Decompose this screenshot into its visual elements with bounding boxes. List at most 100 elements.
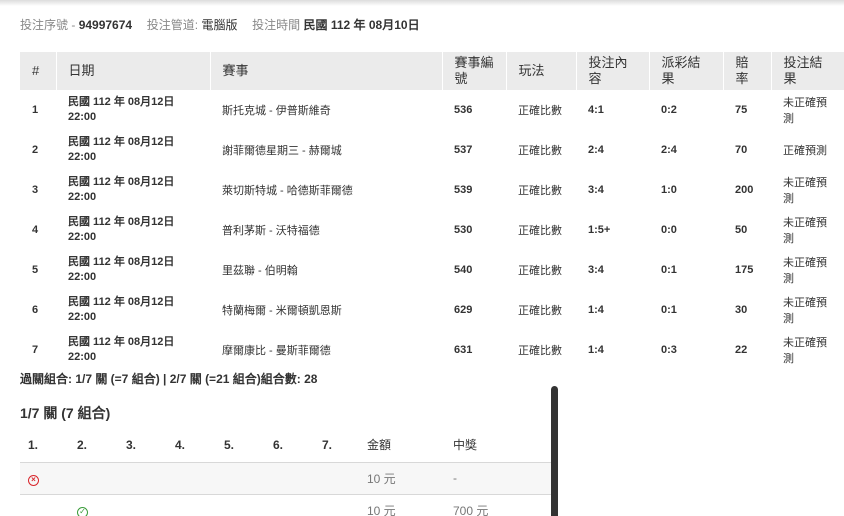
row-pick: 2:4	[576, 130, 649, 171]
row-number: 3	[20, 170, 56, 211]
row-match-code: 539	[442, 170, 506, 211]
row-outcome: 未正確預測	[771, 170, 844, 211]
row-outcome: 未正確預測	[771, 250, 844, 291]
combo-col-2: 2.	[69, 428, 118, 463]
row-date-time: 22:00	[68, 231, 97, 243]
row-match: 斯托克城 - 伊普斯維奇	[210, 90, 442, 131]
row-result: 0:2	[649, 90, 723, 131]
row-date-time: 22:00	[68, 151, 97, 163]
row-play: 正確比數	[506, 90, 576, 131]
combo-col-6: 6.	[265, 428, 314, 463]
row-pick: 3:4	[576, 170, 649, 211]
row-pick: 1:4	[576, 330, 649, 371]
row-odds: 175	[723, 250, 771, 291]
combo-row: × 10 元-	[20, 462, 552, 495]
row-date: 民國 112 年 08月12日 22:00	[56, 330, 210, 371]
row-number: 2	[20, 130, 56, 171]
row-play: 正確比數	[506, 290, 576, 331]
row-result: 0:3	[649, 330, 723, 371]
combo-summary: 過關組合: 1/7 關 (=7 組合) | 2/7 關 (=21 組合)組合數:…	[20, 372, 318, 386]
combos-table-header: 1. 2. 3. 4. 5. 6. 7. 金額 中獎	[20, 428, 552, 463]
row-odds: 70	[723, 130, 771, 171]
combo-col-5: 5.	[216, 428, 265, 463]
row-result: 0:0	[649, 210, 723, 251]
row-play: 正確比數	[506, 250, 576, 291]
row-date: 民國 112 年 08月12日 22:00	[56, 170, 210, 211]
combo-cell-4	[167, 494, 216, 516]
combo-cell-2: ✓	[69, 494, 118, 516]
row-match-code: 540	[442, 250, 506, 291]
row-date-day: 民國 112 年 08月12日	[68, 95, 175, 108]
combo-cell-1	[20, 494, 69, 516]
combos-table: 1. 2. 3. 4. 5. 6. 7. 金額 中獎 × 10 元 - ✓ 10 元 70…	[20, 428, 552, 516]
serial-value: 94997674	[78, 18, 133, 32]
row-result: 0:1	[649, 250, 723, 291]
row-result: 0:1	[649, 290, 723, 331]
top-shadow-bar	[0, 0, 844, 6]
row-result: 2:4	[649, 130, 723, 171]
row-date: 民國 112 年 08月12日 22:00	[56, 90, 210, 131]
channel-label: 投注管道:	[146, 18, 199, 32]
scrollbar-thumb[interactable]	[551, 386, 558, 516]
row-date-day: 民國 112 年 08月12日	[68, 216, 175, 228]
row-outcome: 未正確預測	[771, 210, 844, 251]
row-pick: 4:1	[576, 90, 649, 131]
bet-meta: 投注序號 - 94997674 投注管道: 電腦版 投注時間 民國 112 年 …	[20, 16, 420, 33]
serial-label: 投注序號 -	[20, 18, 76, 32]
combo-col-3: 3.	[118, 428, 167, 463]
row-pick: 1:4	[576, 290, 649, 331]
col-header-no: #	[20, 52, 57, 90]
row-odds: 50	[723, 210, 771, 251]
col-header-date: 日期	[56, 52, 211, 90]
row-date-day: 民國 112 年 08月12日	[68, 256, 175, 268]
table-row: 1 民國 112 年 08月12日 22:00 斯托克城 - 伊普斯維奇 536 正確比數…	[20, 90, 844, 131]
section-title: 1/7 關 (7 組合)	[20, 405, 111, 421]
combo-cell-1: ×	[20, 462, 69, 495]
time-value: 民國 112 年 08月10日	[303, 18, 420, 32]
combo-cell-2	[69, 462, 118, 495]
col-header-odds: 賠率	[723, 52, 772, 90]
combo-cell-6	[265, 494, 314, 516]
table-row: 2 民國 112 年 08月12日 22:00 謝菲爾德星期三 - 赫爾城 537 正確比…	[20, 130, 844, 171]
row-odds: 200	[723, 170, 771, 211]
row-match-code: 530	[442, 210, 506, 251]
row-match: 謝菲爾德星期三 - 赫爾城	[210, 130, 442, 171]
combo-col-amount: 金額	[359, 428, 445, 463]
combo-row: ✓ 10 元 700 元	[20, 494, 552, 516]
table-row: 6 民國 112 年 08月12日 22:00 特蘭梅爾 - 米爾頓凱恩斯 629 正確比…	[20, 290, 844, 331]
combo-cell-7	[314, 494, 359, 516]
row-match-code: 537	[442, 130, 506, 171]
row-match: 摩爾康比 - 曼斯菲爾德	[210, 330, 442, 371]
row-outcome: 正確預測	[771, 130, 844, 171]
row-match: 里茲聯 - 伯明翰	[210, 250, 442, 291]
row-date-day: 民國 112 年 08月12日	[68, 136, 175, 148]
row-play: 正確比數	[506, 330, 576, 371]
row-odds: 22	[723, 330, 771, 371]
combo-cell-7	[314, 462, 359, 495]
row-play: 正確比數	[506, 210, 576, 251]
combo-prize: -	[445, 462, 552, 495]
combo-amount: 10 元	[359, 494, 445, 516]
row-date-day: 民國 112 年 08月12日	[68, 176, 175, 188]
combo-cell-4	[167, 462, 216, 495]
row-play: 正確比數	[506, 170, 576, 211]
row-odds: 30	[723, 290, 771, 331]
row-pick: 1:5+	[576, 210, 649, 251]
row-outcome: 未正確預測	[771, 330, 844, 371]
row-date-day: 民國 112 年 08月12日	[68, 336, 175, 348]
table-row: 4 民國 112 年 08月12日 22:00 普利茅斯 - 沃特福德 530 正確比數 1…	[20, 210, 844, 251]
channel-value: 電腦版	[201, 18, 238, 32]
win-icon: ✓	[77, 506, 88, 516]
col-header-match-code: 賽事編號	[442, 52, 507, 90]
row-odds: 75	[723, 90, 771, 131]
combo-cell-5	[216, 494, 265, 516]
lose-icon: ×	[28, 474, 39, 486]
bets-table: # 日期 賽事 賽事編號 玩法 投注內容 派彩結果 賠率 投注結果 1 民國 11…	[20, 52, 844, 371]
col-header-pick: 投注內容	[576, 52, 650, 90]
row-match: 普利茅斯 - 沃特福德	[210, 210, 442, 251]
table-row: 7 民國 112 年 08月12日 22:00 摩爾康比 - 曼斯菲爾德 631 正確比數…	[20, 330, 844, 371]
bets-table-header: # 日期 賽事 賽事編號 玩法 投注內容 派彩結果 賠率 投注結果	[20, 52, 844, 90]
combo-cell-3	[118, 462, 167, 495]
row-number: 7	[20, 330, 56, 371]
combo-cell-5	[216, 462, 265, 495]
